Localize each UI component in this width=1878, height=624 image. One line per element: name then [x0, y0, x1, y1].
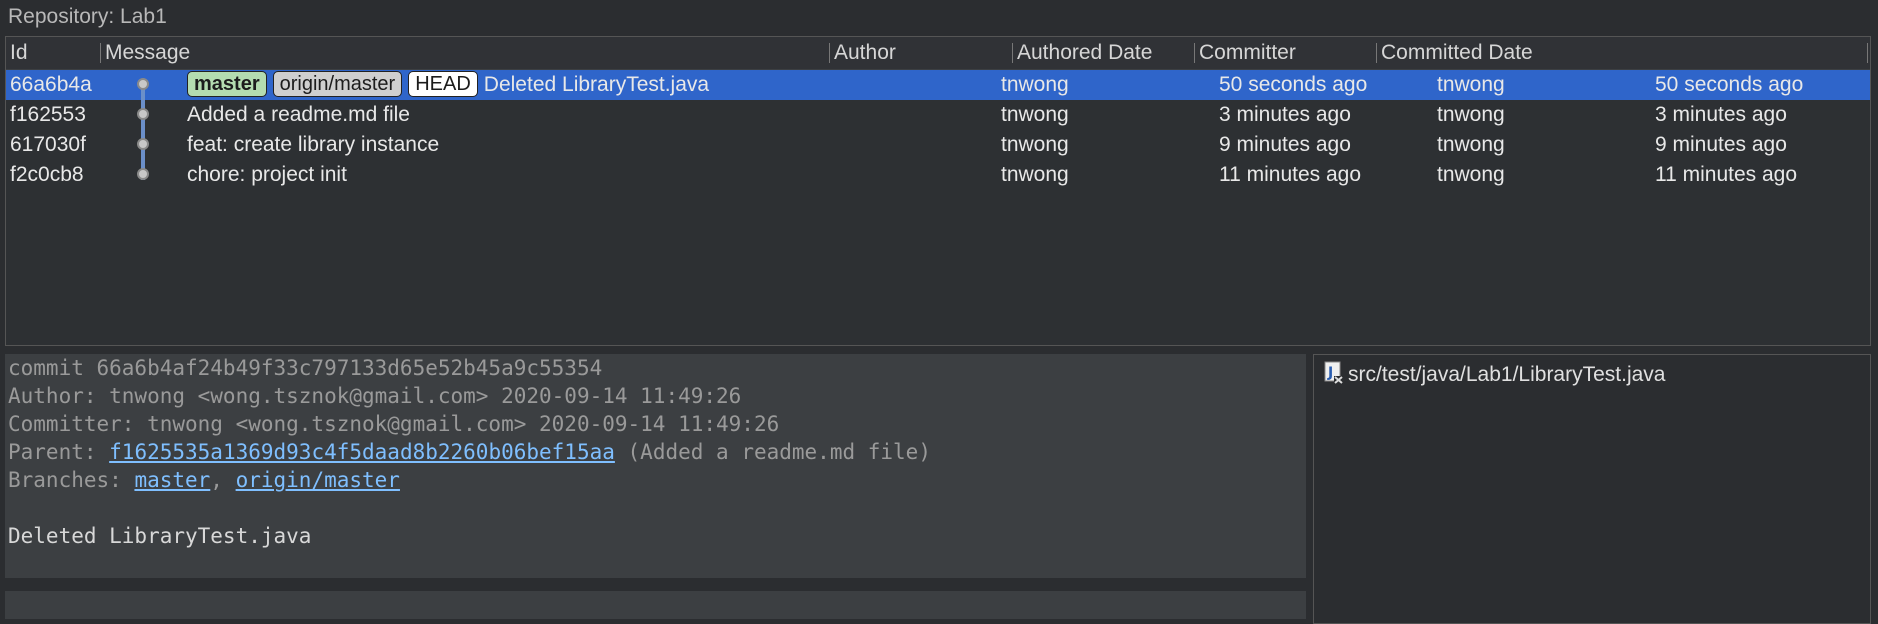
- commit-full-message: Deleted LibraryTest.java: [8, 524, 312, 548]
- table-row[interactable]: f2c0cb8 chore: project init tnwong 11 mi…: [6, 160, 1870, 190]
- commit-id: 617030f: [10, 133, 86, 156]
- column-header-committer[interactable]: Committer: [1195, 37, 1296, 69]
- changed-files-panel: J src/test/java/Lab1/LibraryTest.java: [1313, 354, 1871, 624]
- commit-graph-node: [137, 108, 149, 120]
- branches-line: Branches: master, origin/master: [8, 466, 400, 494]
- table-header: Id Message Author Authored Date Committe…: [6, 37, 1870, 70]
- svg-text:J: J: [1327, 365, 1333, 381]
- changed-file-path: src/test/java/Lab1/LibraryTest.java: [1348, 363, 1666, 386]
- parent-description: (Added a readme.md file): [614, 440, 931, 464]
- author-line: Author: tnwong <wong.tsznok@gmail.com> 2…: [8, 384, 742, 408]
- commit-id: 66a6b4a: [10, 73, 92, 96]
- commit-authored-date: 50 seconds ago: [1219, 73, 1368, 96]
- column-header-id[interactable]: Id: [6, 37, 28, 69]
- commit-committer: tnwong: [1437, 103, 1505, 126]
- commit-author: tnwong: [1001, 73, 1069, 96]
- commit-details-panel[interactable]: commit 66a6b4af24b49f33c797133d65e52b45a…: [5, 354, 1306, 578]
- commit-author: tnwong: [1001, 103, 1069, 126]
- column-header-committed-date[interactable]: Committed Date: [1377, 37, 1533, 69]
- commit-committed-date: 9 minutes ago: [1655, 133, 1787, 156]
- branches-label: Branches:: [8, 468, 135, 492]
- commit-graph-node: [137, 168, 149, 180]
- column-divider[interactable]: [1867, 43, 1868, 63]
- branch-link-master[interactable]: master: [134, 468, 210, 492]
- branch-separator: ,: [210, 468, 236, 492]
- commit-message: chore: project init: [187, 163, 347, 186]
- commit-authored-date: 3 minutes ago: [1219, 103, 1351, 126]
- changed-file-item[interactable]: J src/test/java/Lab1/LibraryTest.java: [1324, 361, 1665, 389]
- commit-committed-date: 3 minutes ago: [1655, 103, 1787, 126]
- commit-id: f2c0cb8: [10, 163, 84, 186]
- table-row[interactable]: 66a6b4a master origin/master HEAD Deleted L…: [6, 70, 1870, 100]
- repository-title: Repository: Lab1: [8, 5, 167, 28]
- parent-commit-link[interactable]: f1625535a1369d93c4f5daad8b2260b06bef15aa: [109, 440, 615, 464]
- committer-line: Committer: tnwong <wong.tsznok@gmail.com…: [8, 412, 780, 436]
- column-header-message[interactable]: Message: [101, 37, 190, 69]
- commit-author: tnwong: [1001, 133, 1069, 156]
- commit-hash-line: commit 66a6b4af24b49f33c797133d65e52b45a…: [8, 356, 603, 380]
- column-header-author[interactable]: Author: [830, 37, 896, 69]
- commit-graph-node: [137, 78, 149, 90]
- branch-tag-master[interactable]: master: [187, 71, 267, 98]
- column-header-authored-date[interactable]: Authored Date: [1013, 37, 1152, 69]
- parent-label: Parent:: [8, 440, 110, 464]
- commit-author: tnwong: [1001, 163, 1069, 186]
- commit-graph-line: [141, 84, 145, 180]
- java-file-deleted-icon: J: [1324, 361, 1344, 385]
- commit-committer: tnwong: [1437, 163, 1505, 186]
- head-tag[interactable]: HEAD: [408, 71, 478, 98]
- table-row[interactable]: f162553 Added a readme.md file tnwong 3 …: [6, 100, 1870, 130]
- commit-authored-date: 11 minutes ago: [1219, 163, 1362, 186]
- parent-line: Parent: f1625535a1369d93c4f5daad8b2260b0…: [8, 438, 931, 466]
- commit-message-cell: master origin/master HEAD Deleted LibraryTe…: [187, 70, 709, 100]
- table-row[interactable]: 617030f feat: create library instance tn…: [6, 130, 1870, 160]
- commit-id: f162553: [10, 103, 86, 126]
- commit-committer: tnwong: [1437, 133, 1505, 156]
- branch-link-origin-master[interactable]: origin/master: [236, 468, 400, 492]
- commit-message: Deleted LibraryTest.java: [483, 73, 710, 96]
- branch-tag-origin-master[interactable]: origin/master: [272, 71, 403, 98]
- commit-graph-node: [137, 138, 149, 150]
- commit-authored-date: 9 minutes ago: [1219, 133, 1351, 156]
- commit-committer: tnwong: [1437, 73, 1505, 96]
- details-scrollbar[interactable]: [5, 591, 1306, 619]
- commit-history-table[interactable]: Id Message Author Authored Date Committe…: [5, 36, 1871, 346]
- commit-message: Added a readme.md file: [187, 103, 410, 126]
- commit-message: feat: create library instance: [187, 133, 440, 156]
- commit-list: 66a6b4a master origin/master HEAD Deleted L…: [6, 70, 1870, 190]
- commit-committed-date: 11 minutes ago: [1655, 163, 1798, 186]
- commit-committed-date: 50 seconds ago: [1655, 73, 1804, 96]
